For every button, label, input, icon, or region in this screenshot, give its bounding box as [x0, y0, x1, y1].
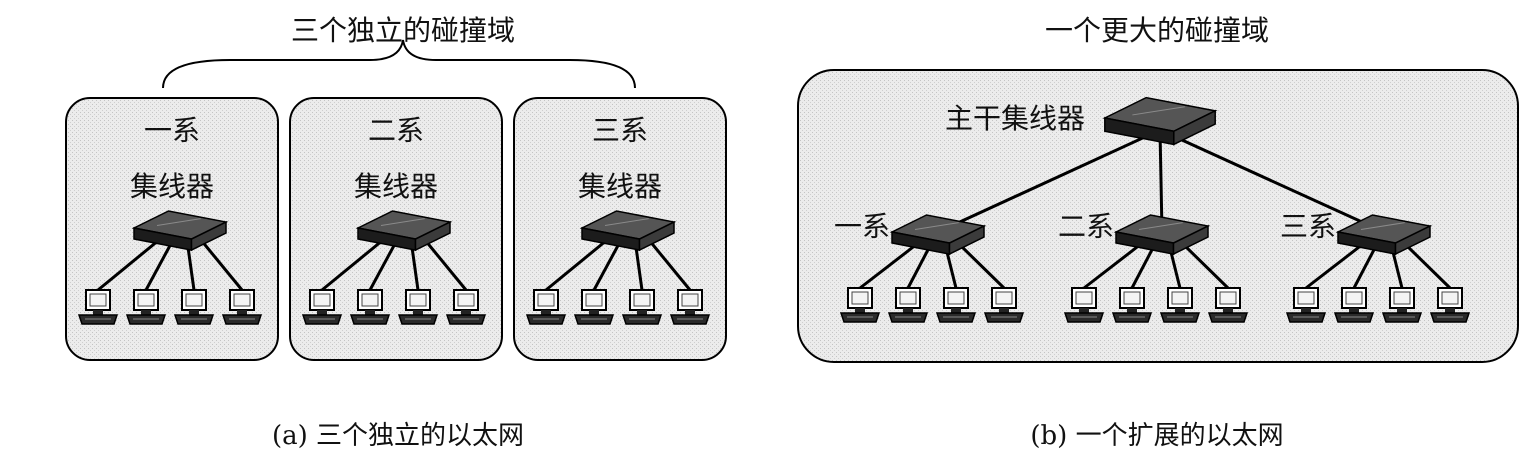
domain-2-dept-label: 二系 — [368, 114, 424, 147]
network-diagram: 三个独立的碰撞域 一系 集线器 二系 集线器 三系 集线器 (a) 三个独立的以… — [65, 14, 1519, 451]
panel-a-brace — [162, 39, 636, 89]
domain-2-hub-label: 集线器 — [354, 170, 438, 203]
domain-1-dept-label: 一系 — [144, 114, 200, 147]
b-hub-2-dept-label: 二系 — [1058, 210, 1114, 243]
panel-a-caption: (a) 三个独立的以太网 — [272, 421, 524, 451]
backbone-hub-label: 主干集线器 — [945, 102, 1085, 135]
panel-a: 三个独立的碰撞域 一系 集线器 二系 集线器 三系 集线器 (a) 三个独立的以… — [65, 14, 727, 451]
b-hub-1-dept-label: 一系 — [834, 210, 890, 243]
b-hub-3-dept-label: 三系 — [1280, 210, 1336, 243]
domain-3-hub-label: 集线器 — [578, 170, 662, 203]
domain-3-dept-label: 三系 — [592, 114, 648, 147]
domain-1-hub-label: 集线器 — [130, 170, 214, 203]
panel-b-top-label: 一个更大的碰撞域 — [1045, 14, 1269, 47]
panel-b: 一个更大的碰撞域 主干集线器 一系 二系 三系 (b) 一个扩展的以太网 — [797, 14, 1519, 451]
panel-b-caption: (b) 一个扩展的以太网 — [1030, 421, 1283, 451]
